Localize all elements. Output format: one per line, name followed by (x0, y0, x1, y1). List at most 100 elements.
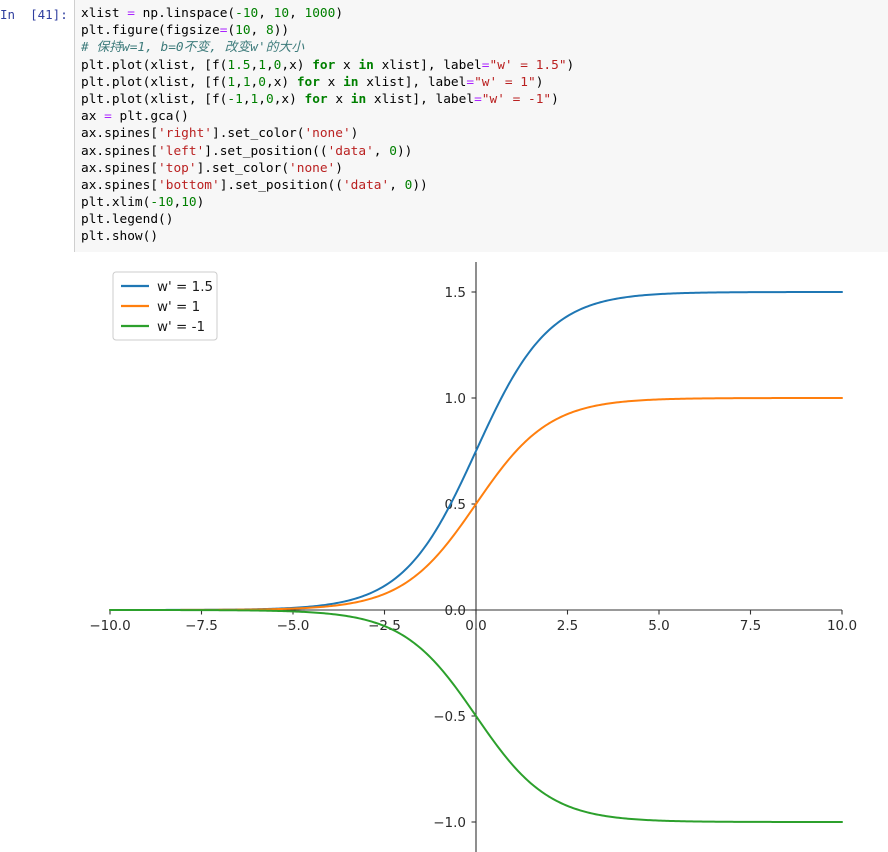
code-line: # 保持w=1, b=0不变, 改变w'的大小 (81, 39, 888, 56)
code-token: ) (196, 195, 205, 211)
code-token: x (335, 57, 359, 73)
code-line: plt.xlim(-10,10) (81, 194, 888, 211)
figure-output: −10.0 −7.5 −5.0 −2.5 0.0 2.5 5.0 7.5 10.0 1.5 1.0… (0, 252, 888, 852)
code-token: ].set_position(( (204, 143, 328, 159)
code-token: 10 (273, 6, 290, 21)
code-line: plt.plot(xlist, [f(1.5,1,0,x) for x in x… (81, 57, 888, 74)
code-source[interactable]: xlist = np.linspace(-10, 10, 1000) plt.fi… (81, 5, 888, 246)
code-token: # 保持w=1, b=0不变, 改变w'的大小 (81, 40, 305, 56)
x-tick-label: 0.0 (465, 618, 486, 634)
code-token: "w' = 1.5" (489, 57, 567, 73)
code-token: for (312, 57, 336, 73)
code-line: ax.spines['bottom'].set_position(('data'… (81, 177, 888, 194)
code-token: ax.spines[ (81, 177, 159, 193)
code-token: 1 (242, 74, 251, 90)
legend-label: w' = 1 (157, 299, 200, 315)
code-token: xlist], label (366, 91, 475, 107)
code-token: )) (396, 143, 413, 159)
code-line: xlist = np.linspace(-10, 10, 1000) (81, 5, 888, 22)
code-token: xlist], label (373, 57, 482, 73)
x-tick-label: −5.0 (277, 618, 310, 634)
x-tick-label: 5.0 (648, 618, 669, 634)
code-token: ) (551, 91, 559, 107)
code-token: 'data' (342, 177, 390, 193)
code-token: ax.spines[ (81, 143, 159, 159)
code-token: = (466, 74, 475, 90)
code-token: for (304, 91, 328, 107)
code-line: ax.spines['left'].set_position(('data', … (81, 143, 888, 160)
code-token: 'none' (289, 160, 336, 176)
code-token: 'bottom' (158, 177, 220, 193)
code-token: = (104, 109, 112, 125)
code-token: 'top' (158, 160, 197, 176)
x-axis-ticks: −10.0 −7.5 −5.0 −2.5 0.0 2.5 5.0 7.5 10.0 (89, 610, 857, 634)
code-token: 10 (181, 195, 197, 211)
code-token: plt.plot(xlist, [f( (81, 74, 228, 90)
code-token: 10 (235, 23, 251, 39)
x-tick-label: 10.0 (827, 618, 857, 634)
code-token: , (258, 6, 274, 21)
code-token: ,x) (273, 91, 305, 107)
code-token: in (343, 74, 359, 90)
code-token: ].set_color( (211, 126, 305, 142)
y-tick-label: 1.5 (445, 285, 466, 301)
code-token: , (242, 91, 251, 107)
code-token: ) (335, 160, 343, 176)
x-tick-label: −7.5 (185, 618, 218, 634)
axes-spines (110, 262, 842, 852)
code-line: plt.figure(figsize=(10, 8)) (81, 22, 888, 39)
code-token: 1.5 (227, 57, 251, 73)
legend-label: w' = 1.5 (157, 279, 213, 295)
code-token: 'none' (304, 126, 351, 142)
code-token: 'left' (158, 143, 205, 159)
code-token: -10 (150, 195, 174, 211)
x-tick-label: −10.0 (89, 618, 130, 634)
code-token: 0 (389, 143, 397, 159)
code-token: 'right' (158, 126, 212, 142)
y-tick-label: −0.5 (433, 709, 466, 725)
code-token: ) (335, 6, 344, 21)
code-token: , (235, 74, 243, 90)
y-tick-label: 0.0 (445, 603, 466, 619)
code-token: ) (535, 74, 544, 90)
code-token: ( (227, 23, 236, 39)
code-token: ) (566, 57, 575, 73)
matplotlib-plot: −10.0 −7.5 −5.0 −2.5 0.0 2.5 5.0 7.5 10.0 1.51.0… (89, 262, 857, 852)
code-token: , (373, 143, 390, 159)
code-token: 1000 (304, 6, 336, 21)
code-token: , (265, 57, 274, 73)
code-token: 1 (227, 74, 236, 90)
code-token: x (327, 91, 351, 107)
notebook-input-cell: In [41]: xlist = np.linspace(-10, 10, 10… (0, 0, 888, 253)
code-token: = (474, 91, 482, 107)
code-token: in (358, 57, 374, 73)
code-token: 0 (265, 91, 274, 107)
code-token: -10 (235, 6, 259, 21)
code-editor[interactable]: xlist = np.linspace(-10, 10, 1000) plt.fi… (74, 0, 888, 253)
code-line: plt.plot(xlist, [f(-1,1,0,x) for x in xl… (81, 91, 888, 108)
code-line: plt.plot(xlist, [f(1,1,0,x) for x in xli… (81, 74, 888, 91)
code-line: ax.spines['right'].set_color('none') (81, 125, 888, 142)
code-token: plt.figure(figsize (81, 23, 220, 39)
code-token: ].set_position(( (219, 177, 343, 193)
code-token: ) (350, 126, 359, 142)
code-token: ].set_color( (196, 160, 290, 176)
code-token: 'data' (327, 143, 374, 159)
input-prompt-label: In [41]: (0, 7, 68, 22)
code-token: , (289, 6, 305, 21)
code-token: , (250, 23, 266, 39)
x-tick-label: 2.5 (557, 618, 578, 634)
code-token: ,x) (265, 74, 297, 90)
code-token: plt.legend() (81, 212, 174, 228)
code-token: for (296, 74, 320, 90)
y-tick-label: −1.0 (433, 815, 466, 831)
code-token: xlist], label (358, 74, 467, 90)
code-token: , (258, 91, 266, 107)
code-token: ,x) (281, 57, 313, 73)
code-token: )) (412, 177, 428, 193)
code-token: plt.plot(xlist, [f( (81, 57, 228, 73)
code-token: )) (273, 23, 290, 39)
legend-box: w' = 1.5 w' = 1 w' = -1 (112, 271, 218, 341)
code-token: in (350, 91, 367, 107)
code-line: ax.spines['top'].set_color('none') (81, 160, 888, 177)
